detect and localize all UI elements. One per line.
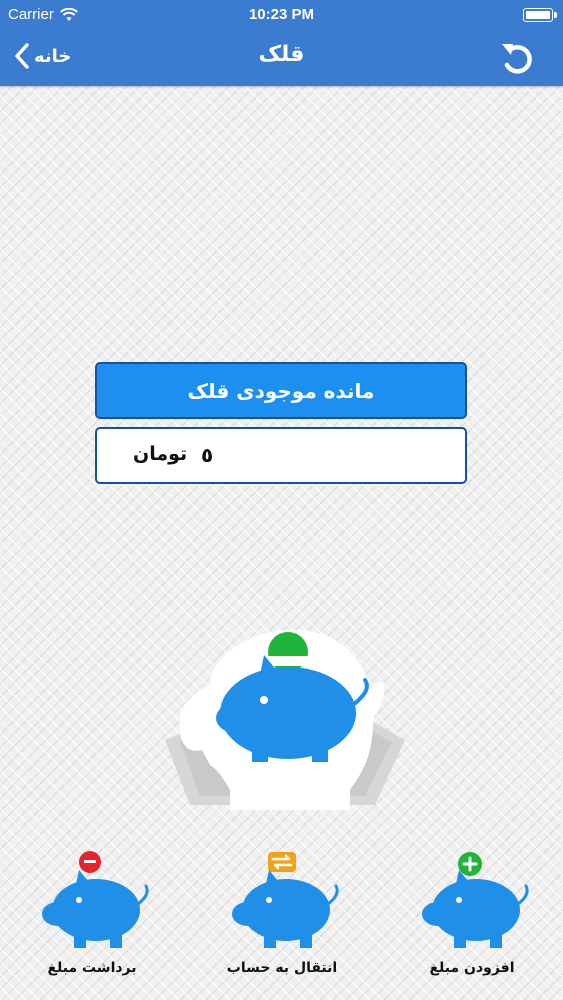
refresh-icon[interactable] [497,38,537,78]
navigation-bar: خانه قلک [0,30,563,86]
withdraw-label: برداشت مبلغ [47,960,137,976]
balance-amount: ٥ [201,443,214,467]
page-title: قلک [258,42,305,67]
balance-unit: تومان [133,443,188,465]
balance-header: مانده موجودی قلک [95,362,467,419]
add-button[interactable]: افزودن مبلغ [402,850,542,990]
sticker-base [230,750,350,810]
add-label: افزودن مبلغ [429,960,515,976]
status-bar: Carrier 10:23 PM [0,0,563,30]
balance-box: ٥ تومان [95,427,467,484]
coin-orange [268,852,296,872]
piggy-bank-hero [165,629,405,810]
transfer-label: انتقال به حساب [226,960,338,976]
minus-icon [84,860,96,863]
piggy-bank-icon [42,851,149,948]
withdraw-button[interactable]: برداشت مبلغ [22,850,162,990]
piggy-bank-icon [422,852,529,948]
status-time: 10:23 PM [248,6,315,23]
piggy-bank-icon [232,852,339,948]
transfer-button[interactable]: انتقال به حساب [212,850,352,990]
battery-icon [523,8,557,22]
